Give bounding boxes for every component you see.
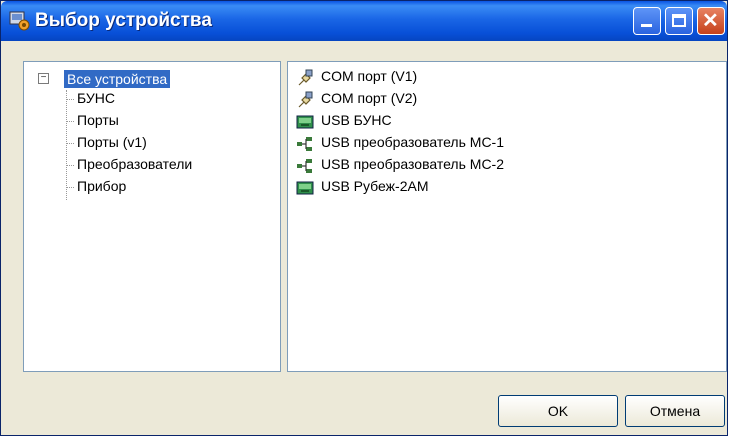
tree-connector [66, 90, 67, 200]
maximize-icon [672, 14, 686, 27]
minimize-button[interactable] [633, 7, 661, 35]
collapse-icon[interactable]: − [38, 73, 49, 84]
close-button[interactable]: ✕ [697, 7, 725, 35]
com-port-icon [298, 91, 313, 108]
tree-item-label: Порты (v1) [77, 134, 147, 150]
device-selection-dialog: Выбор устройства ✕ − Все устройства БУНС… [0, 0, 728, 436]
minimize-icon [641, 24, 652, 27]
list-item-label: COM порт (V1) [321, 68, 418, 84]
maximize-button[interactable] [665, 7, 693, 35]
usb-device-icon [296, 181, 314, 195]
list-item-label: USB Рубеж-2АМ [321, 178, 429, 194]
list-item-label: USB преобразователь МС-1 [321, 134, 505, 150]
cancel-button[interactable]: Отмена [625, 395, 725, 427]
list-item-label: COM порт (V2) [321, 90, 418, 106]
tree-item-label: БУНС [77, 90, 115, 106]
device-tree[interactable]: − Все устройства БУНС Порты Порты (v1) П… [23, 61, 281, 372]
usb-converter-icon [297, 137, 312, 151]
usb-device-icon [296, 115, 314, 129]
device-list[interactable]: COM порт (V1) COM порт (V2) USB БУНС USB… [287, 61, 727, 372]
window-title: Выбор устройства [35, 10, 212, 31]
com-port-icon [298, 69, 313, 86]
close-icon: ✕ [702, 10, 719, 32]
list-item-label: USB преобразователь МС-2 [321, 156, 505, 172]
tree-root-label: Все устройства [64, 70, 171, 88]
tree-item-label: Прибор [77, 178, 127, 194]
app-icon [9, 11, 30, 31]
tree-item-label: Порты [77, 112, 119, 128]
tree-item-label: Преобразователи [77, 156, 193, 172]
ok-button[interactable]: OK [498, 395, 618, 427]
usb-converter-icon [297, 159, 312, 173]
title-bar[interactable]: Выбор устройства ✕ [1, 1, 727, 41]
list-item-label: USB БУНС [321, 112, 392, 128]
